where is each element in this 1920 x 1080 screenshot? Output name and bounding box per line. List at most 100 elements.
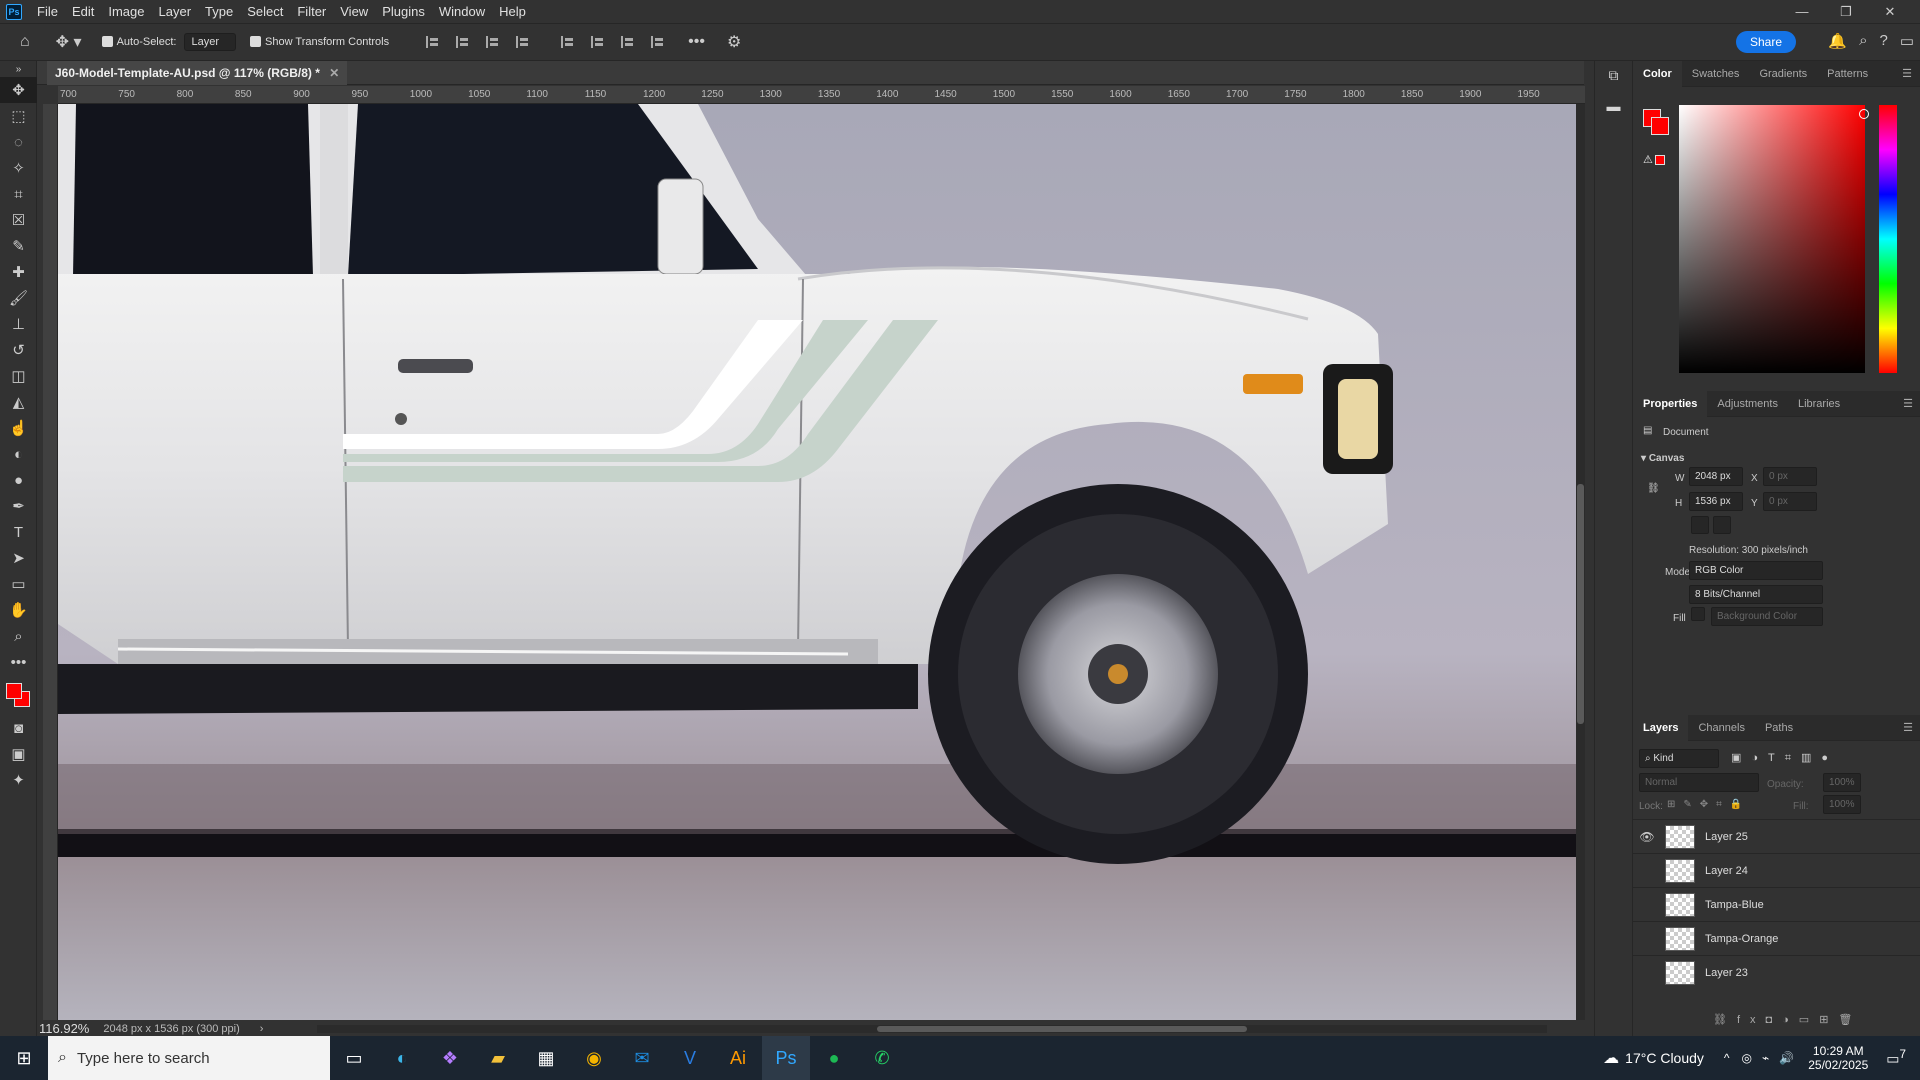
zoom-level[interactable]: 116.92% <box>39 1021 89 1036</box>
tab-properties[interactable]: Properties <box>1633 390 1708 417</box>
menu-window[interactable]: Window <box>432 0 492 23</box>
magic-wand-tool-icon[interactable]: ✧ <box>0 155 37 181</box>
tab-channels[interactable]: Channels <box>1688 715 1754 741</box>
gamut-swatch[interactable] <box>1655 155 1665 165</box>
layer-actions-bar[interactable]: ⛓fx◘◑▭⊞🗑 <box>1713 1013 1862 1026</box>
zoom-tool-icon[interactable]: ⌕ <box>0 623 37 649</box>
align-center-icon[interactable] <box>456 36 469 48</box>
tab-layers[interactable]: Layers <box>1633 714 1689 741</box>
mode-dropdown[interactable]: RGB Color <box>1689 561 1823 580</box>
color-panel-background-swatch[interactable] <box>1651 117 1669 135</box>
y-field[interactable]: 0 px <box>1763 492 1817 511</box>
menu-layer[interactable]: Layer <box>152 0 199 23</box>
photoshop-taskbar-icon[interactable]: Ps <box>762 1036 810 1080</box>
panel-menu-icon[interactable]: ☰ <box>1892 61 1920 87</box>
home-icon[interactable]: ⌂ <box>20 33 30 51</box>
spotify-icon[interactable]: ● <box>810 1036 858 1080</box>
align-middle-icon[interactable] <box>591 36 604 48</box>
lock-icons[interactable]: ⊞✎✥⌗🔒 <box>1667 799 1750 810</box>
distribute-vertical-icon[interactable] <box>651 36 664 48</box>
layer-row[interactable]: Tampa-Blue <box>1633 887 1920 921</box>
document-canvas[interactable] <box>58 104 1576 1020</box>
link-icon[interactable]: ⛓ <box>1647 483 1660 494</box>
brush-tool-icon[interactable]: 🖌 <box>0 285 37 311</box>
generative-icon[interactable]: ✦ <box>0 767 37 793</box>
task-view-icon[interactable]: ▭ <box>330 1036 378 1080</box>
document-info[interactable]: 2048 px x 1536 px (300 ppi) <box>103 1023 239 1035</box>
notification-icon[interactable]: ▭7 <box>1886 1048 1906 1068</box>
canvas-horizontal-scrollbar[interactable] <box>317 1025 1547 1033</box>
kind-filter-dropdown[interactable]: ⌕ Kind <box>1639 749 1719 768</box>
menu-view[interactable]: View <box>333 0 375 23</box>
auto-select-checkbox[interactable] <box>101 35 117 49</box>
menu-select[interactable]: Select <box>240 0 290 23</box>
hue-slider[interactable] <box>1879 105 1897 373</box>
tab-paths[interactable]: Paths <box>1755 715 1803 741</box>
stamp-tool-icon[interactable]: ⊥ <box>0 311 37 337</box>
marquee-tool-icon[interactable]: ⬚ <box>0 103 37 129</box>
paint-bucket-tool-icon[interactable]: ◭ <box>0 389 37 415</box>
history-icon[interactable]: ⧉ <box>1595 67 1632 84</box>
status-arrow-icon[interactable]: › <box>260 1023 264 1035</box>
foreground-color-swatch[interactable] <box>6 683 22 699</box>
picker-cursor[interactable] <box>1859 109 1869 119</box>
type-tool-icon[interactable]: T <box>0 519 37 545</box>
chrome-icon[interactable]: ◉ <box>570 1036 618 1080</box>
align-left-icon[interactable] <box>426 36 439 48</box>
rectangle-tool-icon[interactable]: ▭ <box>0 571 37 597</box>
crop-tool-icon[interactable]: ⌗ <box>0 181 37 207</box>
whatsapp-icon[interactable]: ✆ <box>858 1036 906 1080</box>
menu-help[interactable]: Help <box>492 0 533 23</box>
healing-brush-tool-icon[interactable]: ✚ <box>0 259 37 285</box>
settings-gear-icon[interactable]: ⚙ <box>727 32 741 52</box>
vectornator-icon[interactable]: V <box>666 1036 714 1080</box>
tab-gradients[interactable]: Gradients <box>1749 61 1817 87</box>
tab-color[interactable]: Color <box>1633 60 1682 87</box>
layer-row[interactable]: Layer 24 <box>1633 853 1920 887</box>
menu-file[interactable]: File <box>30 0 65 23</box>
network-icon[interactable]: ⌁ <box>1762 1051 1769 1065</box>
align-right-icon[interactable] <box>486 36 499 48</box>
minimize-icon[interactable]: — <box>1780 0 1824 23</box>
align-top-icon[interactable] <box>561 36 574 48</box>
fill-opacity-field[interactable]: 100% <box>1823 795 1861 814</box>
history-brush-tool-icon[interactable]: ↺ <box>0 337 37 363</box>
auto-select-dropdown[interactable]: Layer <box>184 33 237 51</box>
lasso-tool-icon[interactable]: ◌ <box>0 129 37 155</box>
sponge-tool-icon[interactable]: ● <box>0 467 37 493</box>
windows-start-icon[interactable]: ⊞ <box>0 1048 48 1069</box>
landscape-orientation-icon[interactable] <box>1713 516 1731 534</box>
help-icon[interactable]: ? <box>1879 32 1887 50</box>
layer-row[interactable]: Layer 23 <box>1633 955 1920 989</box>
weather-text[interactable]: 17°C Cloudy <box>1625 1050 1704 1066</box>
workspace-icon[interactable]: ▭ <box>1900 32 1914 50</box>
properties-menu-icon[interactable]: ☰ <box>1893 391 1920 417</box>
layer-row[interactable]: Tampa-Orange <box>1633 921 1920 955</box>
fill-swatch[interactable] <box>1691 607 1705 621</box>
menu-filter[interactable]: Filter <box>290 0 333 23</box>
comments-icon[interactable]: ▬ <box>1595 98 1632 114</box>
dodge-tool-icon[interactable]: ◐ <box>0 441 37 467</box>
restore-icon[interactable]: ❐ <box>1824 0 1868 23</box>
hand-tool-icon[interactable]: ✋ <box>0 597 37 623</box>
distribute-icon[interactable] <box>516 36 529 48</box>
blend-mode-dropdown[interactable]: Normal <box>1639 773 1759 792</box>
pen-tool-icon[interactable]: ✒ <box>0 493 37 519</box>
tab-swatches[interactable]: Swatches <box>1682 61 1750 87</box>
screen-mode-icon[interactable]: ▣ <box>0 741 37 767</box>
more-options-icon[interactable]: ••• <box>688 33 705 51</box>
close-tab-icon[interactable]: ✕ <box>329 66 339 80</box>
tray-chevron-icon[interactable]: ^ <box>1724 1051 1730 1065</box>
move-tool-preset-icon[interactable]: ✥ ▾ <box>56 32 82 52</box>
outlook-icon[interactable]: ✉ <box>618 1036 666 1080</box>
copilot-icon[interactable]: ❖ <box>426 1036 474 1080</box>
volume-icon[interactable]: 🔊 <box>1779 1051 1794 1065</box>
clock[interactable]: 10:29 AM 25/02/2025 <box>1808 1044 1868 1072</box>
menu-type[interactable]: Type <box>198 0 240 23</box>
bit-depth-dropdown[interactable]: 8 Bits/Channel <box>1689 585 1823 604</box>
tab-adjustments[interactable]: Adjustments <box>1707 391 1788 417</box>
eye-icon[interactable]: 👁 <box>1633 830 1661 844</box>
height-field[interactable]: 1536 px <box>1689 492 1743 511</box>
portrait-orientation-icon[interactable] <box>1691 516 1709 534</box>
smudge-tool-icon[interactable]: ☝ <box>0 415 37 441</box>
